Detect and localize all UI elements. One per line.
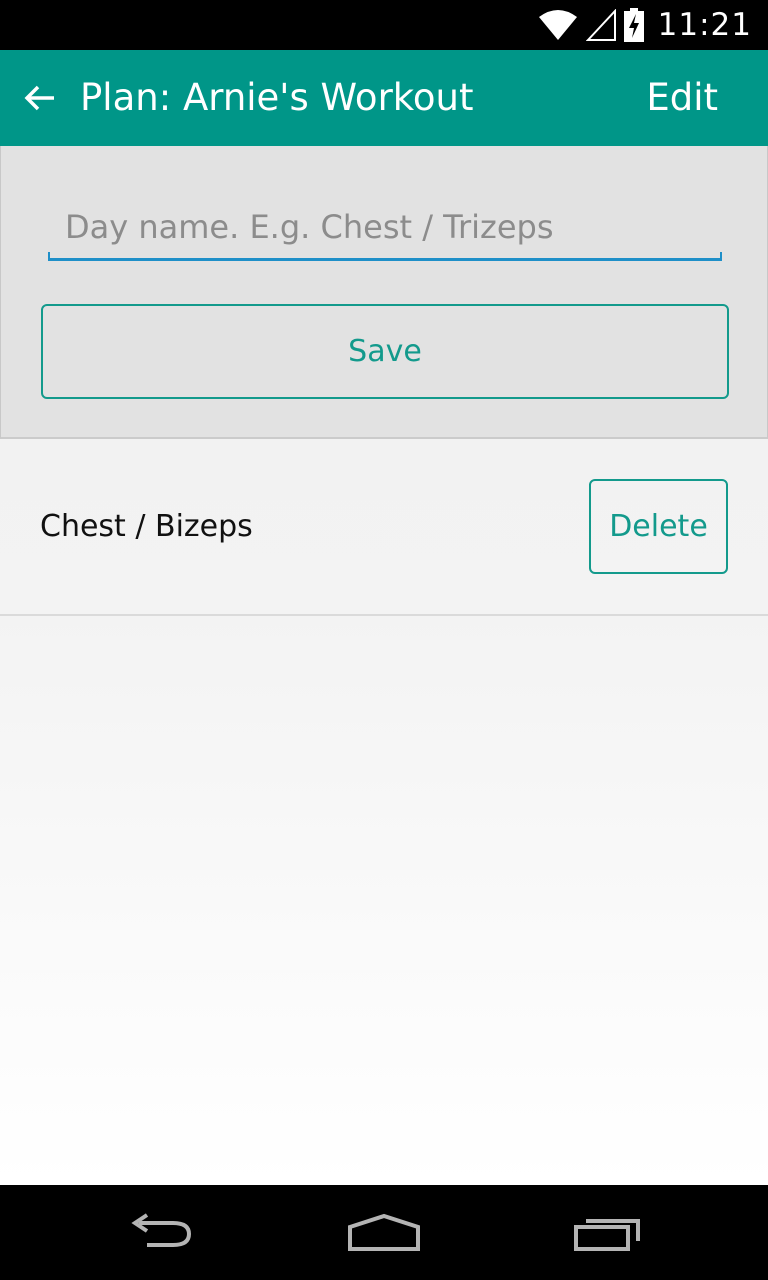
edit-button[interactable]: Edit: [646, 50, 718, 146]
status-icons: 11:21: [538, 0, 752, 50]
navigation-bar: [0, 1185, 768, 1280]
battery-charging-icon: [623, 8, 644, 42]
day-name-input[interactable]: [48, 198, 722, 256]
back-nav-icon[interactable]: [112, 1205, 208, 1261]
arrow-left-icon[interactable]: [22, 76, 58, 120]
delete-button[interactable]: Delete: [589, 479, 728, 574]
action-bar: Plan: Arnie's Workout Edit: [0, 50, 768, 146]
status-bar: 11:21: [0, 0, 768, 50]
save-button[interactable]: Save: [41, 304, 729, 399]
signal-icon: [585, 9, 616, 41]
page-title: Plan: Arnie's Workout: [80, 76, 474, 119]
recents-nav-icon[interactable]: [560, 1205, 656, 1261]
content-area: Save Chest / Bizeps Delete: [0, 146, 768, 1185]
add-day-form: Save: [0, 146, 768, 439]
list-item[interactable]: Chest / Bizeps Delete: [0, 439, 768, 616]
home-nav-icon[interactable]: [336, 1205, 432, 1261]
status-time: 11:21: [657, 7, 752, 43]
wifi-icon: [538, 9, 578, 41]
input-underline: [48, 252, 722, 261]
day-name-label: Chest / Bizeps: [40, 509, 253, 544]
